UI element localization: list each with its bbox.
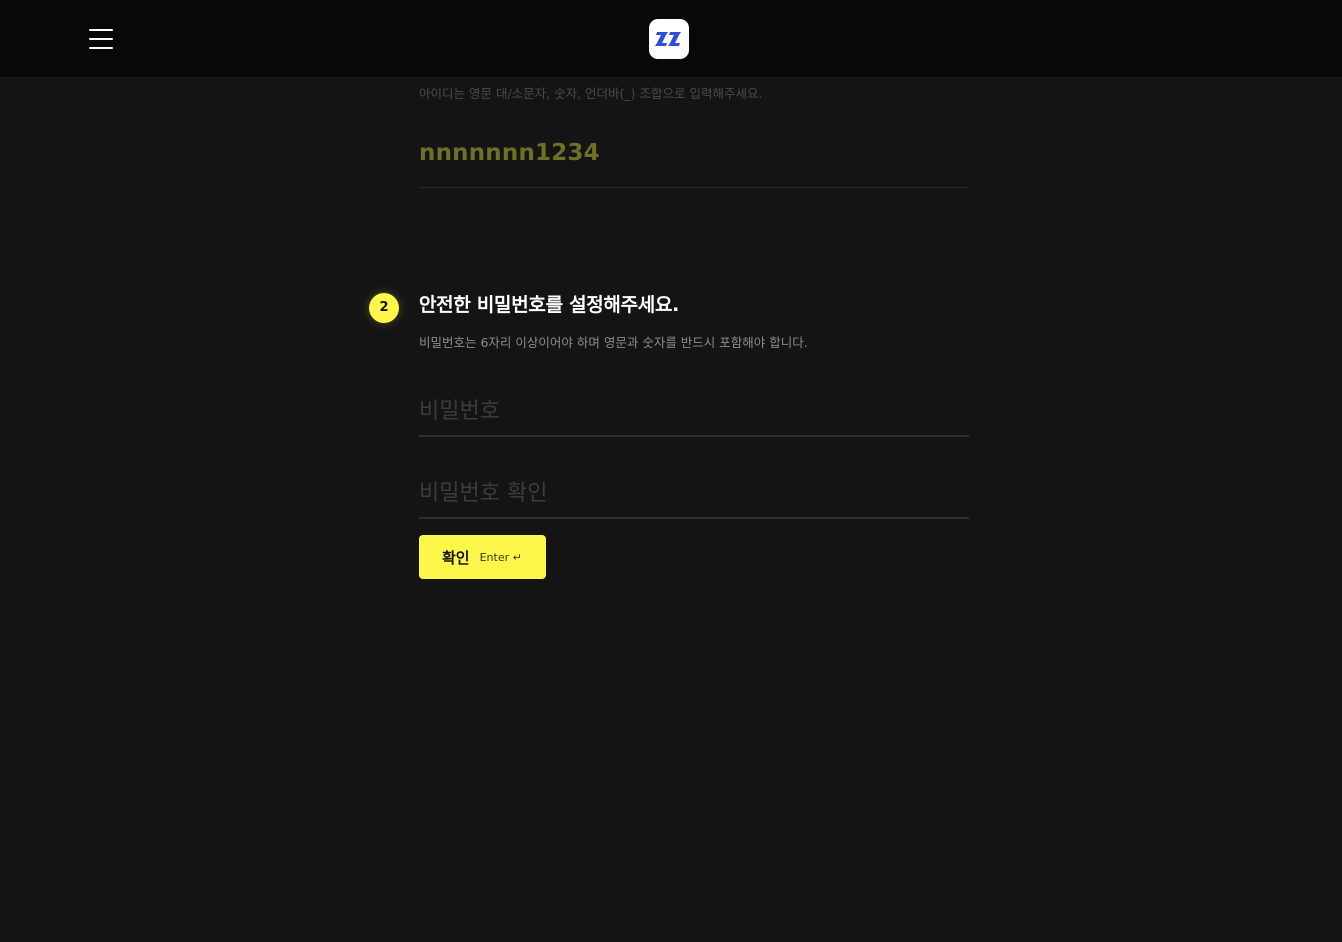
- password-input[interactable]: [419, 387, 969, 437]
- id-field-underline: [419, 187, 969, 188]
- step-number-badge: 2: [369, 293, 399, 323]
- step-description: 비밀번호는 6자리 이상이어야 하며 영문과 숫자를 반드시 포함해야 합니다.: [419, 335, 808, 350]
- menu-line: [89, 47, 113, 49]
- menu-line: [89, 29, 113, 31]
- enter-key-hint: Enter ↵: [479, 550, 522, 564]
- hamburger-menu-icon[interactable]: [89, 29, 113, 49]
- zz-logo-mark: [655, 32, 681, 46]
- step-title: 안전한 비밀번호를 설정해주세요.: [419, 294, 680, 316]
- id-value[interactable]: nnnnnnn1234: [419, 140, 600, 166]
- password-confirm-input[interactable]: [419, 469, 969, 519]
- menu-line: [89, 38, 113, 40]
- top-header: [0, 0, 1342, 78]
- confirm-button-label: 확인: [442, 548, 470, 567]
- zz-logo-icon[interactable]: [649, 19, 689, 59]
- id-hint-text: 아이디는 영문 대/소문자, 숫자, 언더바(_) 조합으로 입력해주세요.: [419, 86, 763, 101]
- confirm-button[interactable]: 확인 Enter ↵: [419, 535, 546, 579]
